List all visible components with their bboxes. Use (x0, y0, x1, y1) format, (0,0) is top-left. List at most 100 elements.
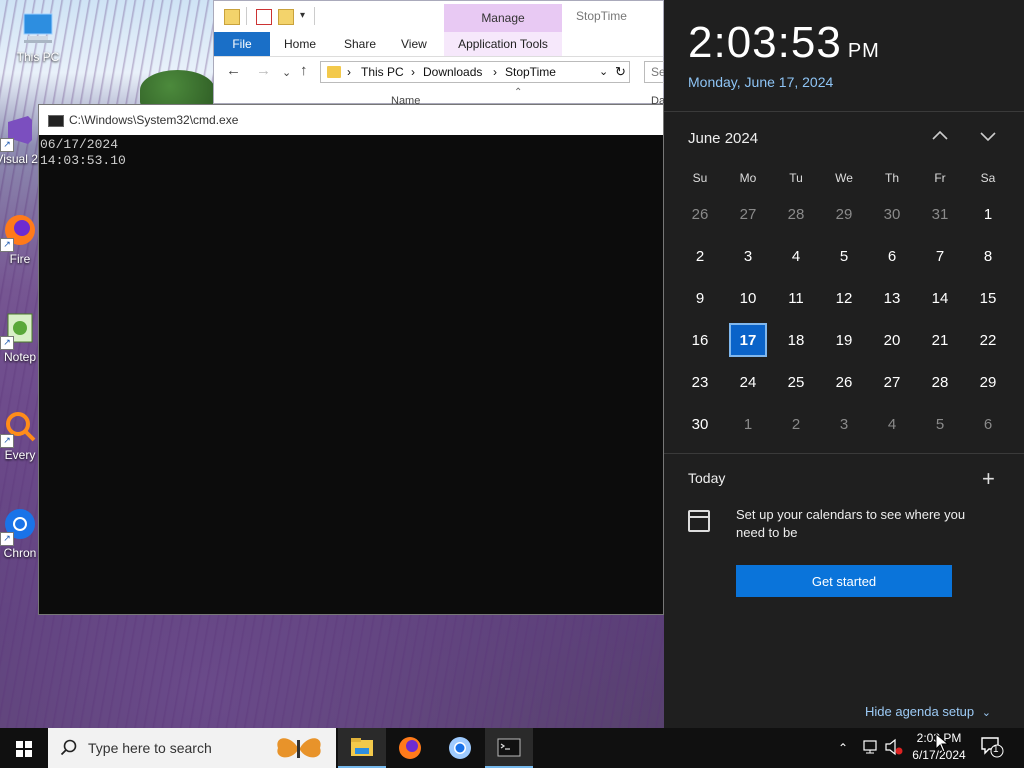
cmd-titlebar[interactable]: C:\Windows\System32\cmd.exe (39, 105, 663, 135)
refresh-icon[interactable]: ↻ (615, 62, 626, 82)
cmd-output[interactable]: 06/17/2024 14:03:53.10 (39, 135, 663, 169)
taskbar-search-box[interactable]: Type here to search (48, 728, 336, 768)
shortcut-arrow-icon: ↗ (0, 532, 14, 546)
calendar-day[interactable]: 15 (964, 278, 1012, 320)
address-dropdown-chevron-icon[interactable]: ⌄ (599, 62, 608, 82)
calendar-day[interactable]: 12 (820, 278, 868, 320)
shortcut-arrow-icon: ↗ (0, 238, 14, 252)
calendar-day[interactable]: 31 (916, 194, 964, 236)
flyout-time: 2:03:53 (688, 18, 842, 67)
calendar-day[interactable]: 14 (916, 278, 964, 320)
taskbar-chrome[interactable] (436, 728, 484, 768)
calendar-day-today[interactable]: 17 (724, 320, 772, 362)
calendar-day[interactable]: 24 (724, 362, 772, 404)
breadcrumb-downloads[interactable]: Downloads (423, 62, 482, 82)
calendar-week-row: 2 3 4 5 6 7 8 (676, 236, 1012, 278)
calendar-day[interactable]: 21 (916, 320, 964, 362)
calendar-day[interactable]: 27 (724, 194, 772, 236)
tab-home[interactable]: Home (284, 32, 316, 56)
calendar-day[interactable]: 30 (676, 404, 724, 446)
chrome-icon: ↗ (0, 506, 38, 546)
butterfly-search-highlight-icon[interactable] (270, 732, 326, 764)
next-month-chevron-down-icon[interactable] (976, 127, 1000, 151)
get-started-button[interactable]: Get started (736, 565, 952, 597)
tab-share[interactable]: Share (344, 32, 376, 56)
cmd-window[interactable]: C:\Windows\System32\cmd.exe 06/17/2024 14… (38, 104, 664, 615)
network-icon[interactable] (862, 738, 880, 778)
calendar-day[interactable]: 18 (772, 320, 820, 362)
folder-icon[interactable] (224, 9, 240, 25)
properties-icon[interactable] (256, 9, 272, 25)
forward-arrow-icon[interactable]: → (256, 62, 271, 79)
calendar-day[interactable]: 28 (772, 194, 820, 236)
calendar-day[interactable]: 16 (676, 320, 724, 362)
calendar-day[interactable]: 5 (916, 404, 964, 446)
calendar-day[interactable]: 4 (772, 236, 820, 278)
terminal-icon (497, 738, 521, 757)
calendar-day[interactable]: 1 (724, 404, 772, 446)
address-bar[interactable]: › This PC › Downloads › StopTime ⌄ ↻ (320, 61, 630, 83)
calendar-day[interactable]: 19 (820, 320, 868, 362)
add-event-plus-icon[interactable]: + (982, 466, 995, 492)
calendar-day[interactable]: 29 (964, 362, 1012, 404)
breadcrumb-this-pc[interactable]: This PC (361, 62, 404, 82)
calendar-day[interactable]: 27 (868, 362, 916, 404)
up-arrow-icon[interactable]: ↑ (300, 62, 308, 79)
show-hidden-icons-chevron-up-icon[interactable]: ⌃ (838, 741, 848, 781)
weekday-label: Th (884, 171, 899, 185)
calendar-day[interactable]: 28 (916, 362, 964, 404)
calendar-month-label[interactable]: June 2024 (688, 130, 758, 147)
calendar-day[interactable]: 6 (964, 404, 1012, 446)
calendar-day[interactable]: 7 (916, 236, 964, 278)
calendar-day[interactable]: 11 (772, 278, 820, 320)
previous-month-chevron-up-icon[interactable] (928, 127, 952, 151)
calendar-day[interactable]: 1 (964, 194, 1012, 236)
customize-toolbar-dropdown-icon[interactable]: ▾ (300, 10, 305, 21)
calendar-day[interactable]: 2 (772, 404, 820, 446)
today-highlight: 17 (729, 323, 767, 357)
recent-locations-chevron-icon[interactable]: ⌄ (282, 66, 291, 79)
calendar-day[interactable]: 3 (820, 404, 868, 446)
calendar-day[interactable]: 29 (820, 194, 868, 236)
hide-agenda-setup-link[interactable]: Hide agenda setup ⌄ (865, 704, 991, 719)
calendar-day[interactable]: 5 (820, 236, 868, 278)
calendar-day[interactable]: 26 (820, 362, 868, 404)
flyout-date[interactable]: Monday, June 17, 2024 (688, 74, 833, 90)
back-arrow-icon[interactable]: ← (226, 62, 241, 79)
calendar-day[interactable]: 25 (772, 362, 820, 404)
calendar-week-row: 16 17 18 19 20 21 22 (676, 320, 1012, 362)
calendar-day[interactable]: 13 (868, 278, 916, 320)
volume-muted-icon[interactable] (884, 738, 904, 778)
tab-file[interactable]: File (214, 32, 270, 56)
computer-icon (20, 10, 56, 46)
new-folder-icon[interactable] (278, 9, 294, 25)
calendar-day[interactable]: 23 (676, 362, 724, 404)
action-center-notification-icon[interactable]: 1 (980, 736, 1004, 758)
start-button[interactable] (0, 728, 48, 768)
calendar-day[interactable]: 26 (676, 194, 724, 236)
weekday-label: Sa (980, 171, 996, 185)
calendar-day[interactable]: 30 (868, 194, 916, 236)
calendar-day[interactable]: 4 (868, 404, 916, 446)
calendar-day[interactable]: 22 (964, 320, 1012, 362)
calendar-day[interactable]: 8 (964, 236, 1012, 278)
file-explorer-window[interactable]: ▾ Manage StopTime File Home Share View A… (213, 0, 674, 107)
calendar-day[interactable]: 3 (724, 236, 772, 278)
tab-view[interactable]: View (401, 32, 427, 56)
breadcrumb-separator: › (411, 65, 415, 79)
desktop-icon-this-pc[interactable]: This PC (6, 10, 70, 64)
calendar-day[interactable]: 6 (868, 236, 916, 278)
cmd-title: C:\Windows\System32\cmd.exe (69, 113, 239, 127)
tab-application-tools[interactable]: Application Tools (444, 32, 562, 56)
shortcut-arrow-icon: ↗ (0, 336, 14, 350)
firefox-icon: ↗ (0, 212, 38, 252)
calendar-day[interactable]: 2 (676, 236, 724, 278)
taskbar-file-explorer[interactable] (338, 728, 386, 768)
taskbar-cmd[interactable] (485, 728, 533, 768)
manage-tab[interactable]: Manage (444, 4, 562, 32)
calendar-day[interactable]: 10 (724, 278, 772, 320)
calendar-day[interactable]: 9 (676, 278, 724, 320)
taskbar-firefox[interactable] (386, 728, 434, 768)
calendar-day[interactable]: 20 (868, 320, 916, 362)
breadcrumb-stoptime[interactable]: StopTime (505, 62, 556, 82)
